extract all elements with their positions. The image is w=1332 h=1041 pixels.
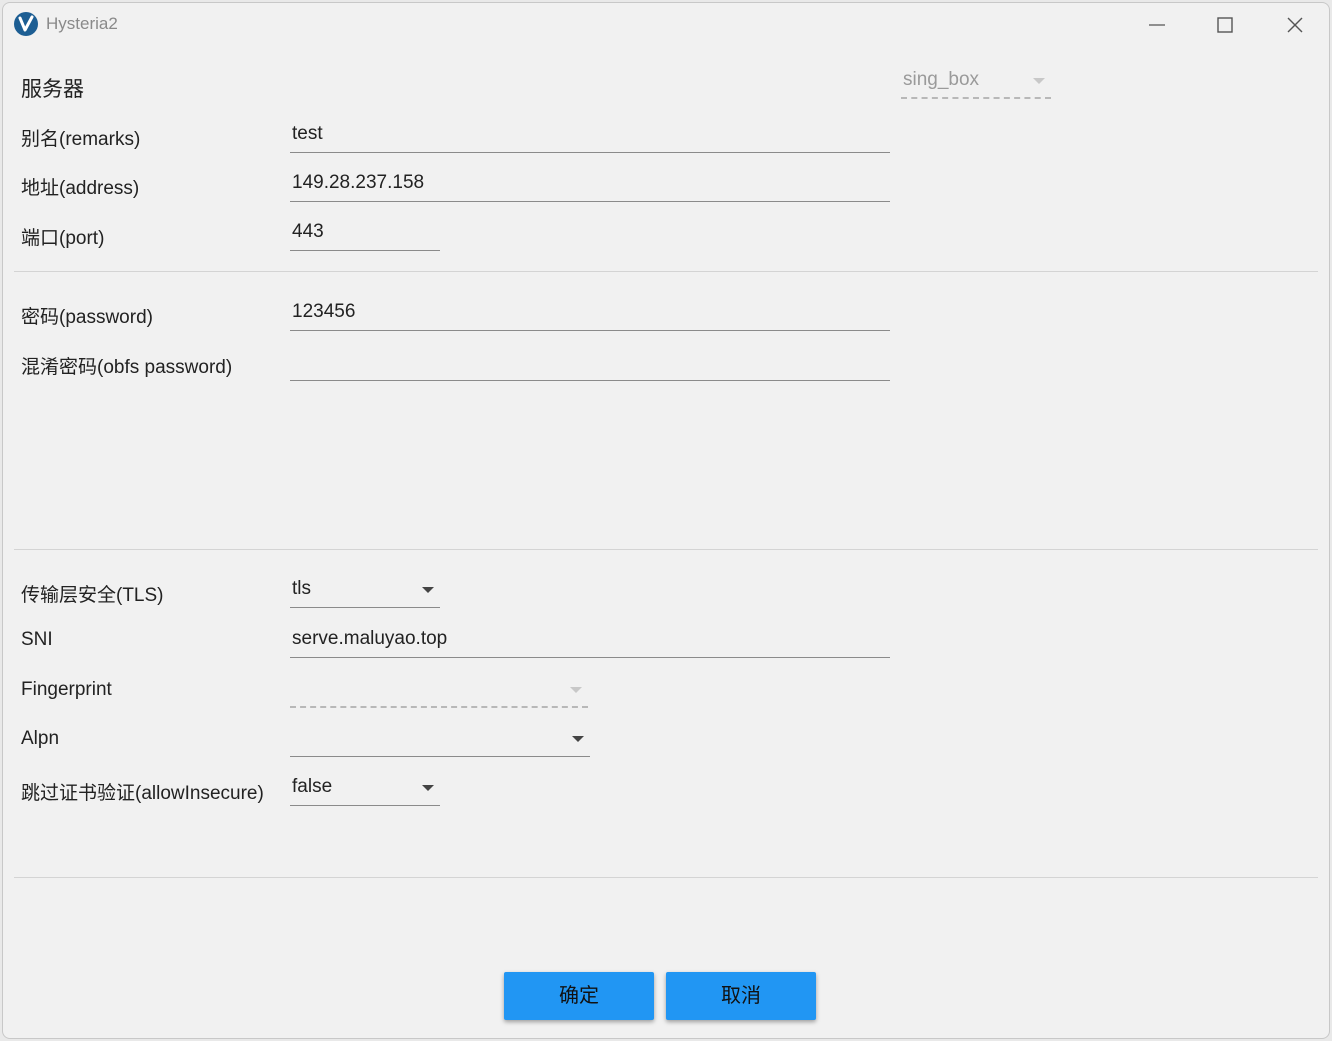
divider [14,877,1318,878]
divider [14,271,1318,272]
sni-value: serve.maluyao.top [292,628,448,649]
port-value: 443 [292,221,324,242]
allow-insecure-select[interactable]: false [290,774,440,806]
tls-label: 传输层安全(TLS) [21,585,164,606]
address-input[interactable]: 149.28.237.158 [290,170,890,202]
remarks-input[interactable]: test [290,121,890,153]
port-label: 端口(port) [21,228,105,249]
chevron-down-icon [422,587,434,593]
server-section-label: 服务器 [21,78,84,101]
chevron-down-icon [1033,78,1045,84]
sni-label: SNI [21,629,53,650]
port-input[interactable]: 443 [290,219,440,251]
chevron-down-icon [422,785,434,791]
tls-value: tls [292,578,311,599]
minimize-button[interactable] [1127,7,1187,43]
address-label: 地址(address) [21,178,140,199]
remarks-label: 别名(remarks) [21,129,141,150]
app-v-logo-icon [14,12,38,36]
alpn-select[interactable] [290,725,590,757]
title-bar[interactable]: Hysteria2 [3,3,1329,47]
allow-insecure-value: false [292,776,333,797]
alpn-label: Alpn [21,728,60,749]
sni-input[interactable]: serve.maluyao.top [290,626,890,658]
password-value: 123456 [292,301,356,322]
address-value: 149.28.237.158 [292,172,425,193]
close-button[interactable] [1265,7,1325,43]
minimize-icon [1149,24,1165,26]
core-type-value: sing_box [903,69,980,90]
fingerprint-label: Fingerprint [21,679,112,700]
divider [14,549,1318,550]
fingerprint-select[interactable] [290,676,588,708]
window-title: Hysteria2 [46,14,118,33]
password-label: 密码(password) [21,307,153,328]
obfs-password-label: 混淆密码(obfs password) [21,357,233,378]
chevron-down-icon [570,687,582,693]
close-icon [1287,17,1303,33]
obfs-password-input[interactable] [290,349,890,381]
tls-select[interactable]: tls [290,576,440,608]
allow-insecure-label: 跳过证书验证(allowInsecure) [21,783,264,804]
maximize-icon [1217,17,1233,33]
core-type-select[interactable]: sing_box [901,67,1051,99]
dialog-window: Hysteria2 服务器 sing_box 别名(remarks) test … [2,2,1330,1039]
cancel-button[interactable]: 取消 [666,972,816,1020]
ok-button[interactable]: 确定 [504,972,654,1020]
maximize-button[interactable] [1195,7,1255,43]
remarks-value: test [292,123,323,144]
chevron-down-icon [572,736,584,742]
password-input[interactable]: 123456 [290,299,890,331]
